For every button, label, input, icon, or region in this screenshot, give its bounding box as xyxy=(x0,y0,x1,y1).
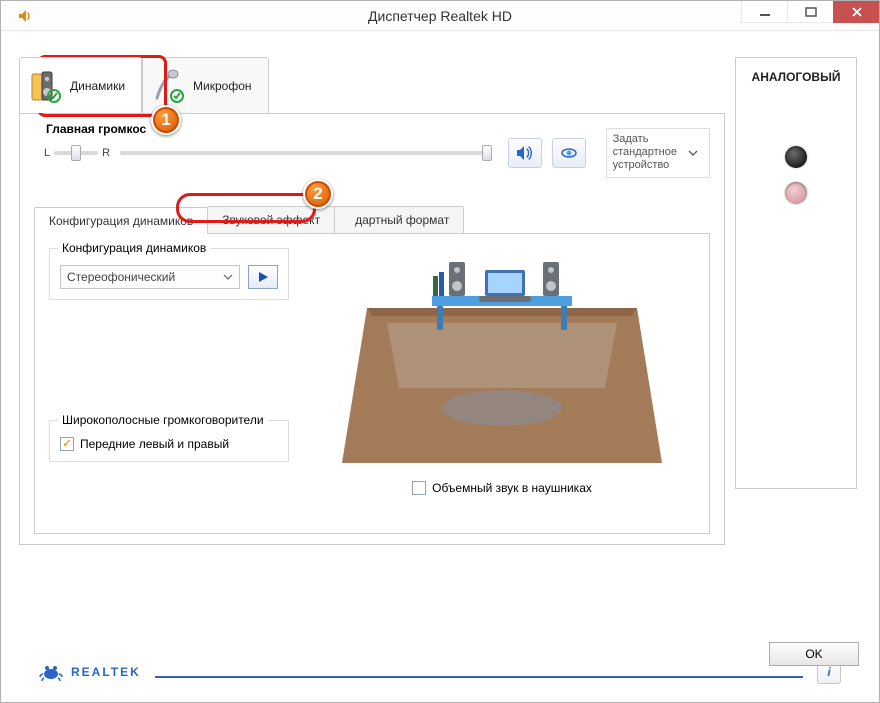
left-column: Конфигурация динамиков Стереофонический … xyxy=(49,248,289,519)
brand: REALTEK xyxy=(39,660,141,684)
minimize-button[interactable] xyxy=(741,1,787,23)
main-volume-group: Главная громкос L R xyxy=(34,130,596,176)
main-volume-legend: Главная громкос xyxy=(42,122,150,136)
brand-text: REALTEK xyxy=(71,665,141,679)
jack-black[interactable] xyxy=(785,146,807,168)
sub-tab-format-label: дартный формат xyxy=(355,213,449,227)
front-lr-checkbox[interactable]: ✓ xyxy=(60,437,74,451)
jack-pink[interactable] xyxy=(785,182,807,204)
tab-microphone[interactable]: Микрофон xyxy=(142,57,268,113)
analog-panel: АНАЛОГОВЫЙ xyxy=(735,57,857,489)
surround-headphones-checkbox[interactable] xyxy=(412,481,426,495)
volume-slider[interactable] xyxy=(120,151,492,155)
ok-row: OK xyxy=(769,642,859,666)
balance-l: L xyxy=(44,147,50,159)
default-l2: стандартное xyxy=(613,146,677,158)
main-volume-row: Главная громкос L R xyxy=(34,128,710,178)
balance-slider[interactable]: L R xyxy=(44,147,110,159)
client-area: АНАЛОГОВЫЙ Динамики xyxy=(19,57,861,674)
right-column: Объемный звук в наушниках xyxy=(309,248,695,519)
sub-tab-format[interactable]: дартный формат xyxy=(334,206,464,233)
microphone-icon xyxy=(151,68,187,104)
footer: REALTEK i xyxy=(39,660,841,684)
balance-r: R xyxy=(102,147,110,159)
close-button[interactable] xyxy=(833,1,879,23)
main-card: Главная громкос L R xyxy=(19,113,725,545)
wideband-legend: Широкополосные громкоговорители xyxy=(58,413,268,427)
sub-tab-effects[interactable]: Звуковой эффект xyxy=(207,206,335,233)
speaker-config-value: Стереофонический xyxy=(67,270,175,284)
tab-microphone-label: Микрофон xyxy=(193,79,251,93)
chevron-down-icon xyxy=(223,272,233,282)
speaker-config-group: Конфигурация динамиков Стереофонический xyxy=(49,248,289,300)
default-l3: устройство xyxy=(613,159,670,171)
tab-speakers-label: Динамики xyxy=(70,79,125,93)
test-play-button[interactable] xyxy=(248,265,278,289)
speaker-icon xyxy=(15,6,35,26)
set-default-device[interactable]: Задать стандартное устройство xyxy=(606,128,710,178)
brand-line xyxy=(155,676,803,678)
ok-button[interactable]: OK xyxy=(769,642,859,666)
surround-headphones-label: Объемный звук в наушниках xyxy=(432,481,592,495)
front-lr-label: Передние левый и правый xyxy=(80,437,229,451)
speaker-config-legend: Конфигурация динамиков xyxy=(58,241,210,255)
titlebar: Диспетчер Realtek HD xyxy=(1,1,879,31)
room-illustration xyxy=(337,248,667,473)
realtek-logo-icon xyxy=(39,660,63,684)
wideband-group: Широкополосные громкоговорители ✓ Передн… xyxy=(49,420,289,462)
default-dropdown-icon[interactable] xyxy=(683,143,703,163)
speaker-config-select[interactable]: Стереофонический xyxy=(60,265,240,289)
analog-title: АНАЛОГОВЫЙ xyxy=(736,70,856,84)
sub-tab-config[interactable]: Конфигурация динамиков xyxy=(34,207,208,234)
maximize-button[interactable] xyxy=(787,1,833,23)
speakers-icon xyxy=(28,68,64,104)
window-controls xyxy=(741,1,879,23)
mute-button[interactable] xyxy=(508,138,542,168)
virtual-surround-button[interactable] xyxy=(552,138,586,168)
tab-speakers[interactable]: Динамики xyxy=(19,57,142,113)
default-l1: Задать xyxy=(613,133,649,145)
sub-content: Конфигурация динамиков Стереофонический … xyxy=(34,234,710,534)
sub-tabs: Конфигурация динамиков Звуковой эффект д… xyxy=(34,206,710,234)
